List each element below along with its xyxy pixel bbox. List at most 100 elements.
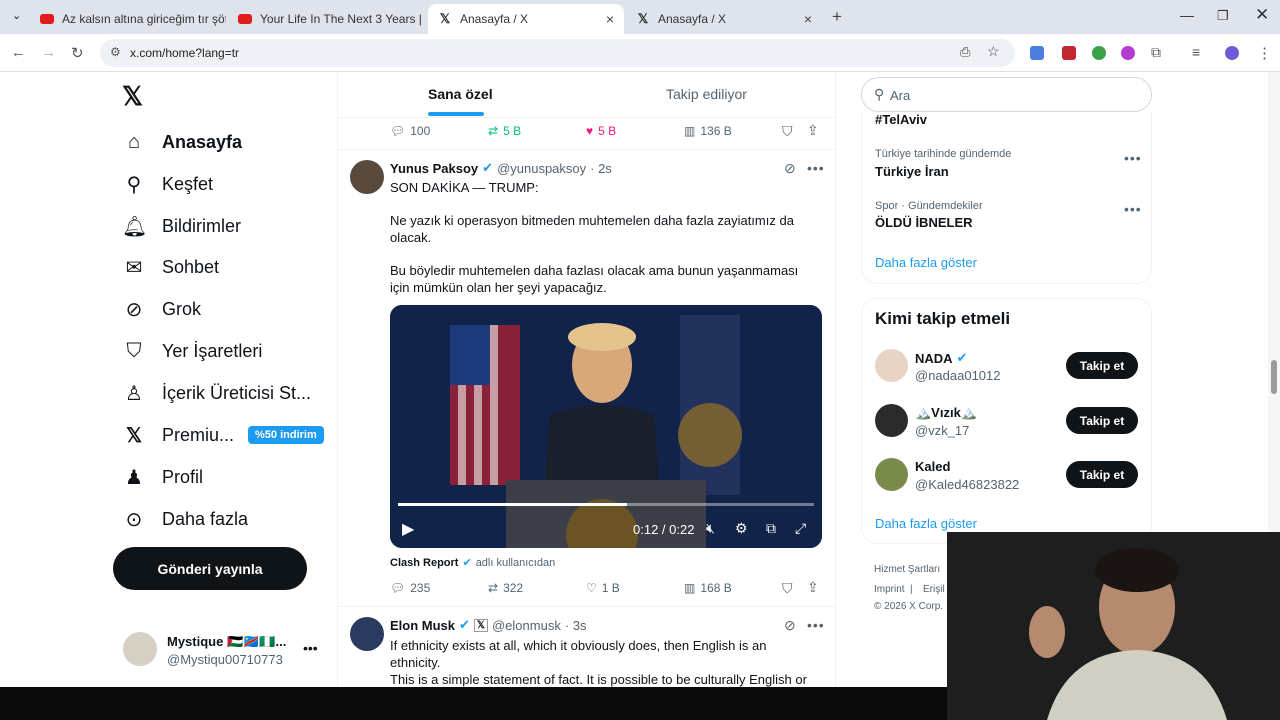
tab-following[interactable]: Takip ediliyor: [666, 86, 747, 102]
share-icon[interactable]: ⇪: [807, 579, 819, 596]
nav-bookmarks[interactable]: ⛉ Yer İşaretleri: [122, 333, 263, 369]
verified-icon: ✔: [482, 160, 494, 175]
nav-explore[interactable]: ⚲ Keşfet: [122, 166, 213, 202]
trend-title[interactable]: Türkiye İran: [875, 164, 949, 179]
pip-icon[interactable]: ⧉: [766, 520, 776, 537]
verified-icon: ✔: [459, 617, 470, 632]
browser-tab[interactable]: Az kalsın altına giriceğim tır şöf ×: [30, 4, 226, 34]
reply-button[interactable]: 💬︎ 100: [390, 124, 430, 138]
play-icon[interactable]: ▶: [402, 519, 414, 539]
nav-profile[interactable]: ♟ Profil: [122, 459, 203, 495]
avatar[interactable]: [875, 458, 908, 491]
globe-extension-icon[interactable]: [1092, 46, 1106, 60]
reply-button[interactable]: 💬︎ 235: [390, 581, 430, 595]
media-icon[interactable]: ≡: [1192, 44, 1200, 60]
tab-close-icon[interactable]: ×: [606, 11, 614, 27]
avatar[interactable]: [875, 404, 908, 437]
show-more-trends-link[interactable]: Daha fazla göster: [875, 255, 977, 270]
maximize-icon[interactable]: ❐: [1217, 8, 1229, 24]
nav-notifications[interactable]: 🔔︎ Bildirimler: [122, 208, 241, 244]
browser-tab[interactable]: Your Life In The Next 3 Years | T ×: [228, 4, 424, 34]
address-bar[interactable]: ⚙ x.com/home?lang=tr ⎙ ☆: [100, 39, 1015, 67]
settings-icon[interactable]: ⚙: [735, 520, 748, 537]
video-attribution[interactable]: Clash Report ✔ adlı kullanıcıdan: [390, 556, 555, 570]
like-button[interactable]: ♥ 5 B: [586, 124, 616, 138]
footer-link-accessibility[interactable]: Erişil: [923, 584, 945, 595]
video-player[interactable]: ▶ 0:12 / 0:22 🔇︎ ⚙ ⧉ ⤢: [390, 305, 822, 548]
close-window-icon[interactable]: ✕: [1255, 5, 1269, 25]
repost-button[interactable]: ⇄ 5 B: [488, 124, 521, 138]
tweet-time[interactable]: · 3s: [565, 618, 587, 633]
bell-icon: 🔔︎: [122, 215, 148, 238]
tab-close-icon[interactable]: ×: [804, 11, 812, 27]
new-tab-icon[interactable]: +: [832, 7, 842, 27]
extension-icon[interactable]: [1121, 46, 1135, 60]
x-logo-icon[interactable]: 𝕏: [122, 81, 143, 112]
mute-icon[interactable]: 🔇︎: [706, 520, 715, 537]
tweet-text: SON DAKİKA — TRUMP:: [390, 180, 539, 195]
tweet-time[interactable]: · 2s: [590, 161, 612, 176]
share-icon[interactable]: ⇪: [807, 122, 819, 139]
site-info-icon[interactable]: ⚙: [110, 45, 121, 59]
bookmark-star-icon[interactable]: ☆: [987, 43, 1000, 60]
follow-button[interactable]: Takip et: [1066, 461, 1138, 488]
user-name[interactable]: 🏔️Vızık🏔️: [915, 405, 977, 421]
trend-title[interactable]: ÖLDÜ İBNELER: [875, 215, 973, 230]
author-handle[interactable]: @yunuspaksoy: [497, 161, 586, 176]
browser-tab[interactable]: 𝕏 Anasayfa / X ×: [626, 4, 822, 34]
footer-link-imprint[interactable]: Imprint: [874, 584, 905, 595]
more-dots-icon[interactable]: •••: [1124, 201, 1142, 217]
video-progress-track[interactable]: [398, 503, 814, 506]
avatar[interactable]: [350, 160, 384, 194]
suggestion-name[interactable]: NADA ✔: [915, 350, 967, 366]
back-icon[interactable]: ←: [11, 44, 26, 61]
nav-creator-studio[interactable]: ♙ İçerik Üreticisi St...: [122, 375, 311, 411]
follow-button[interactable]: Takip et: [1066, 352, 1138, 379]
nav-grok[interactable]: ⊘ Grok: [122, 291, 201, 327]
scrollbar-thumb[interactable]: [1271, 360, 1277, 394]
puzzle-icon[interactable]: ⧉: [1151, 44, 1161, 61]
forward-icon[interactable]: →: [41, 44, 56, 61]
search-input[interactable]: Ara: [890, 88, 910, 103]
author-name[interactable]: Yunus Paksoy: [390, 161, 478, 176]
views-button[interactable]: ▥ 136 B: [684, 124, 732, 138]
tab-for-you[interactable]: Sana özel: [428, 86, 493, 102]
menu-dots-icon[interactable]: ⋮: [1257, 44, 1272, 62]
views-button[interactable]: ▥ 168 B: [684, 581, 732, 595]
user-name[interactable]: Kaled: [915, 459, 950, 474]
install-icon[interactable]: ⎙: [960, 44, 970, 60]
tab-search-icon[interactable]: ⌄: [12, 9, 21, 22]
author-handle[interactable]: @elonmusk: [492, 618, 561, 633]
like-button[interactable]: ♡ 1 B: [586, 581, 620, 595]
shield-extension-icon[interactable]: [1062, 46, 1076, 60]
profile-avatar-icon[interactable]: [1225, 46, 1239, 60]
bookmark-icon[interactable]: ⛉: [782, 123, 793, 140]
more-dots-icon[interactable]: •••: [807, 617, 825, 633]
avatar[interactable]: [350, 617, 384, 651]
account-switcher[interactable]: Mystique 🇵🇸🇨🇩🇳🇬... @Mystiqu00710773 •••: [113, 626, 323, 676]
nav-home[interactable]: ⌂ Anasayfa: [122, 124, 242, 160]
footer-link-terms[interactable]: Hizmet Şartları: [874, 564, 940, 575]
nav-label: Keşfet: [162, 173, 214, 194]
more-dots-icon[interactable]: •••: [1124, 150, 1142, 166]
nav-more[interactable]: ⊙ Daha fazla: [122, 501, 248, 537]
browser-tab-active[interactable]: 𝕏 Anasayfa / X ×: [428, 4, 624, 34]
grok-icon[interactable]: ⊘: [784, 160, 796, 177]
minimize-icon[interactable]: —: [1180, 7, 1194, 23]
post-button[interactable]: Gönderi yayınla: [113, 547, 307, 590]
nav-messages[interactable]: ✉ Sohbet: [122, 249, 219, 285]
search-box[interactable]: ⚲ Ara: [861, 77, 1152, 112]
avatar[interactable]: [875, 349, 908, 382]
reload-icon[interactable]: ↻: [71, 44, 84, 62]
nav-premium[interactable]: 𝕏 Premiu... %50 indirim: [122, 417, 324, 453]
bookmark-icon[interactable]: ⛉: [782, 580, 793, 597]
author-name[interactable]: Elon Musk: [390, 618, 455, 633]
repost-button[interactable]: ⇄ 322: [488, 581, 523, 595]
show-more-follow-link[interactable]: Daha fazla göster: [875, 516, 977, 531]
follow-button[interactable]: Takip et: [1066, 407, 1138, 434]
translate-extension-icon[interactable]: [1030, 46, 1044, 60]
fullscreen-icon[interactable]: ⤢: [795, 520, 806, 537]
trend-title[interactable]: #TelAviv: [875, 112, 927, 126]
more-dots-icon[interactable]: •••: [807, 160, 825, 176]
grok-icon[interactable]: ⊘: [784, 617, 796, 634]
